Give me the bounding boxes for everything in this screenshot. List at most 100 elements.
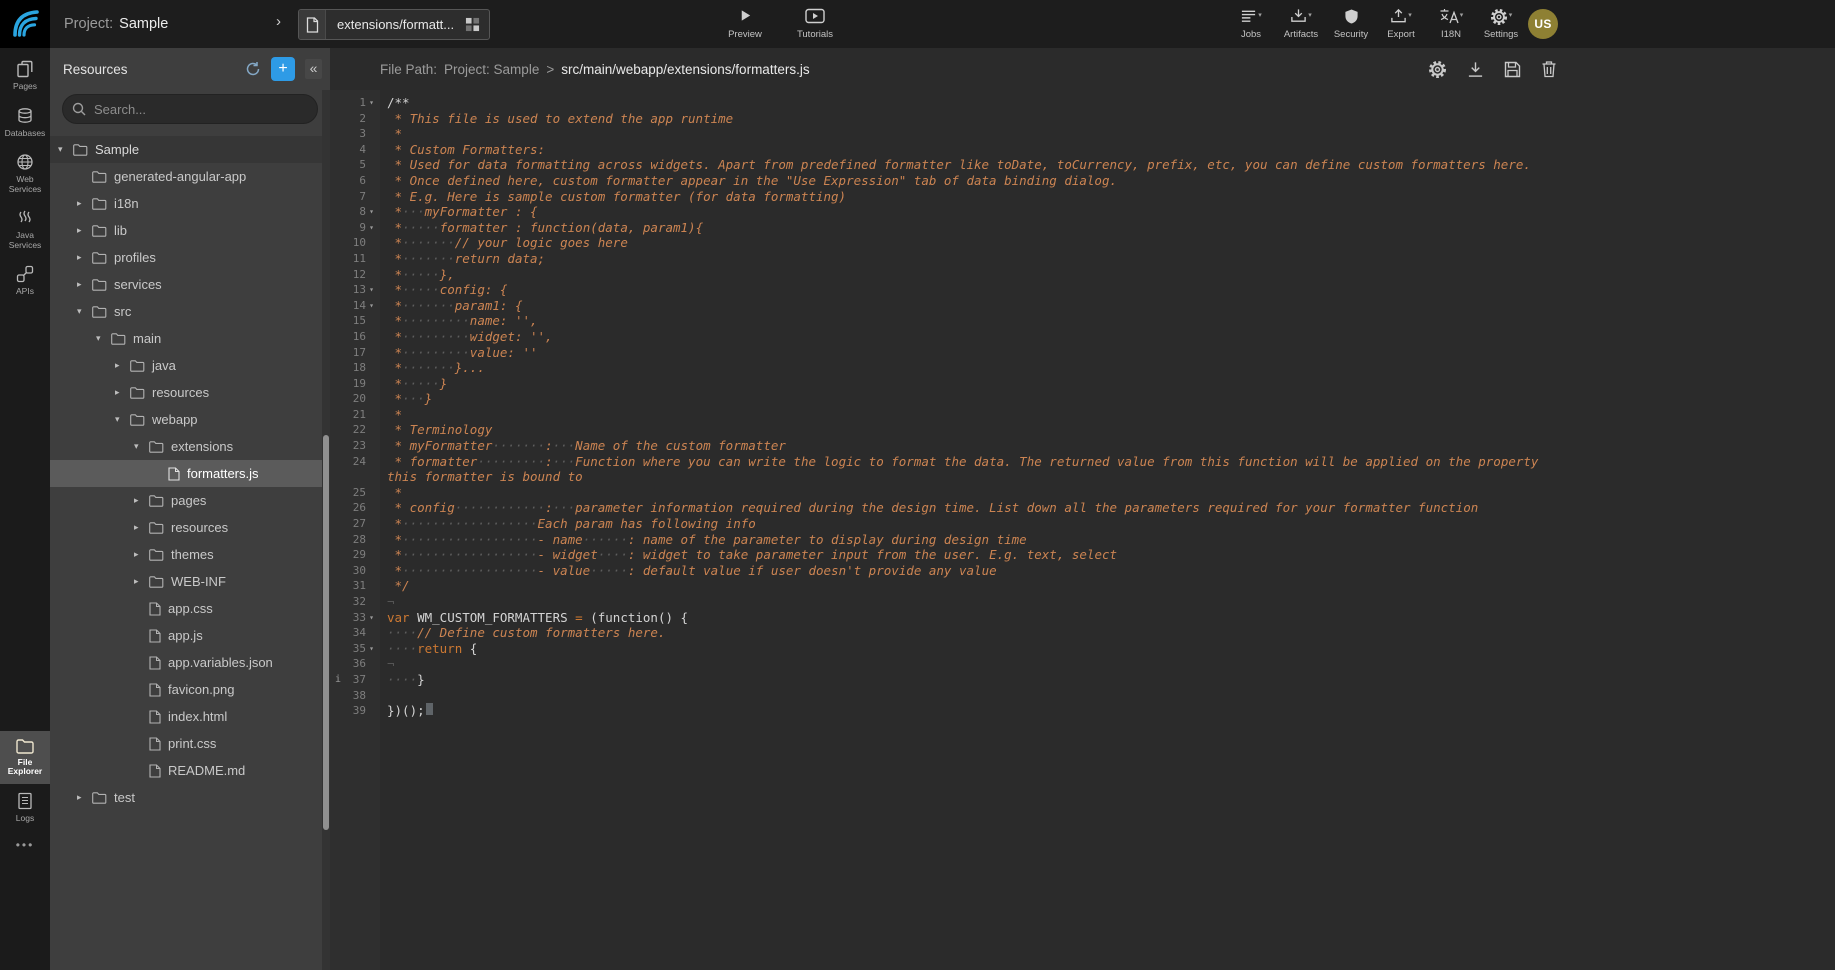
fold-arrow-icon[interactable]: ▾: [366, 204, 377, 220]
fold-arrow-icon[interactable]: ▾: [366, 220, 377, 236]
tree-item-services[interactable]: ▸services: [50, 271, 330, 298]
rail-item-web-services[interactable]: Web Services: [0, 145, 50, 201]
code-text[interactable]: */: [380, 578, 1565, 594]
code-text[interactable]: *··················Each param has follow…: [380, 516, 1565, 532]
code-text[interactable]: ····// Define custom formatters here.: [380, 625, 1565, 641]
open-file-tab[interactable]: extensions/formatt...: [298, 9, 490, 40]
code-text[interactable]: ····}: [380, 672, 1565, 688]
code-text[interactable]: *·····}: [380, 376, 1565, 392]
tree-item-src[interactable]: ▾src: [50, 298, 330, 325]
code-text[interactable]: ····return {: [380, 641, 1565, 657]
chevron-down-icon[interactable]: ▾: [115, 414, 130, 425]
chevron-right-icon[interactable]: ▸: [77, 198, 92, 209]
tree-item-i18n[interactable]: ▸i18n: [50, 190, 330, 217]
code-text[interactable]: * Custom Formatters:: [380, 142, 1565, 158]
app-logo[interactable]: [0, 0, 50, 48]
breadcrumb-chevron-icon[interactable]: ›: [276, 13, 281, 30]
code-text[interactable]: ¬: [380, 594, 1565, 610]
tree-item-app.variables.json[interactable]: app.variables.json: [50, 649, 330, 676]
user-avatar[interactable]: US: [1528, 9, 1558, 39]
code-text[interactable]: *··················- name······: name of…: [380, 532, 1565, 548]
rail-item-file-explorer[interactable]: File Explorer: [0, 731, 50, 784]
code-text[interactable]: *·····},: [380, 267, 1565, 283]
code-text[interactable]: var WM_CUSTOM_FORMATTERS = (function() {: [380, 610, 1565, 626]
scrollbar-thumb[interactable]: [323, 435, 329, 830]
code-text[interactable]: * config············:···parameter inform…: [380, 500, 1565, 516]
rail-item-databases[interactable]: Databases: [0, 99, 50, 146]
chevron-right-icon[interactable]: ▸: [77, 279, 92, 290]
tree-item-resources[interactable]: ▸resources: [50, 514, 330, 541]
save-file-button[interactable]: [1504, 61, 1521, 78]
tree-item-print.css[interactable]: print.css: [50, 730, 330, 757]
tree-item-favicon.png[interactable]: favicon.png: [50, 676, 330, 703]
collapse-panel-button[interactable]: «: [305, 59, 322, 79]
chevron-right-icon[interactable]: ▸: [115, 360, 130, 371]
chevron-down-icon[interactable]: ▾: [77, 306, 92, 317]
tree-item-java[interactable]: ▸java: [50, 352, 330, 379]
tree-item-formatters.js[interactable]: formatters.js: [50, 460, 330, 487]
fold-arrow-icon[interactable]: ▾: [366, 95, 377, 111]
topbar-item-artifacts[interactable]: ▾Artifacts: [1276, 0, 1326, 48]
topbar-item-export[interactable]: ▾Export: [1376, 0, 1426, 48]
tree-item-sample[interactable]: ▾Sample: [50, 136, 330, 163]
tree-item-lib[interactable]: ▸lib: [50, 217, 330, 244]
code-text[interactable]: *··················- value·····: default…: [380, 563, 1565, 579]
code-text[interactable]: *: [380, 485, 1565, 501]
tree-item-resources[interactable]: ▸resources: [50, 379, 330, 406]
tree-item-app.js[interactable]: app.js: [50, 622, 330, 649]
resources-scrollbar[interactable]: [322, 90, 330, 970]
fold-arrow-icon[interactable]: ▾: [366, 282, 377, 298]
code-text[interactable]: /**: [380, 95, 1565, 111]
code-text[interactable]: *: [380, 407, 1565, 423]
rail-item-apis[interactable]: APIs: [0, 257, 50, 304]
chevron-right-icon[interactable]: ▸: [77, 792, 92, 803]
fold-arrow-icon[interactable]: ▾: [366, 641, 377, 657]
more-options-button[interactable]: •••: [0, 830, 50, 970]
topbar-item-preview[interactable]: Preview: [710, 0, 780, 48]
add-resource-button[interactable]: +: [271, 57, 295, 81]
code-text[interactable]: *·······}...: [380, 360, 1565, 376]
code-text[interactable]: [380, 688, 1565, 704]
topbar-item-jobs[interactable]: ▾Jobs: [1226, 0, 1276, 48]
code-text[interactable]: * formatter·········:···Function where y…: [380, 454, 1565, 485]
search-input[interactable]: [62, 94, 318, 124]
tree-item-themes[interactable]: ▸themes: [50, 541, 330, 568]
tree-item-readme.md[interactable]: README.md: [50, 757, 330, 784]
file-settings-button[interactable]: [1428, 60, 1447, 79]
code-text[interactable]: * myFormatter·······:···Name of the cust…: [380, 438, 1565, 454]
code-text[interactable]: *··················- widget····: widget …: [380, 547, 1565, 563]
topbar-item-settings[interactable]: ▾Settings: [1476, 0, 1526, 48]
code-text[interactable]: * E.g. Here is sample custom formatter (…: [380, 189, 1565, 205]
tree-item-generated-angular-app[interactable]: generated-angular-app: [50, 163, 330, 190]
tree-item-app.css[interactable]: app.css: [50, 595, 330, 622]
code-text[interactable]: *·······// your logic goes here: [380, 235, 1565, 251]
tree-item-pages[interactable]: ▸pages: [50, 487, 330, 514]
chevron-down-icon[interactable]: ▾: [134, 441, 149, 452]
delete-file-button[interactable]: [1541, 60, 1557, 78]
chevron-right-icon[interactable]: ▸: [115, 387, 130, 398]
chevron-down-icon[interactable]: ▾: [96, 333, 111, 344]
code-text[interactable]: * Once defined here, custom formatter ap…: [380, 173, 1565, 189]
code-text[interactable]: *·········name: '',: [380, 313, 1565, 329]
tree-item-web-inf[interactable]: ▸WEB-INF: [50, 568, 330, 595]
topbar-item-i18n[interactable]: ▾I18N: [1426, 0, 1476, 48]
rail-item-java-services[interactable]: Java Services: [0, 201, 50, 257]
code-text[interactable]: * Used for data formatting across widget…: [380, 157, 1565, 173]
code-text[interactable]: *·····config: {: [380, 282, 1565, 298]
refresh-icon[interactable]: [245, 61, 261, 77]
code-text[interactable]: * Terminology: [380, 422, 1565, 438]
code-editor[interactable]: 1▾/**2 * This file is used to extend the…: [330, 90, 1835, 970]
code-text[interactable]: *···myFormatter : {: [380, 204, 1565, 220]
code-text[interactable]: * This file is used to extend the app ru…: [380, 111, 1565, 127]
chevron-right-icon[interactable]: ▸: [77, 225, 92, 236]
code-text[interactable]: })();: [380, 703, 1565, 719]
chevron-right-icon[interactable]: ▸: [134, 549, 149, 560]
topbar-item-tutorials[interactable]: Tutorials: [780, 0, 850, 48]
chevron-right-icon[interactable]: ▸: [134, 576, 149, 587]
tree-item-main[interactable]: ▾main: [50, 325, 330, 352]
download-file-button[interactable]: [1467, 61, 1484, 78]
tree-item-webapp[interactable]: ▾webapp: [50, 406, 330, 433]
code-text[interactable]: *·····formatter : function(data, param1)…: [380, 220, 1565, 236]
rail-item-logs[interactable]: Logs: [0, 784, 50, 831]
code-text[interactable]: *·········widget: '',: [380, 329, 1565, 345]
